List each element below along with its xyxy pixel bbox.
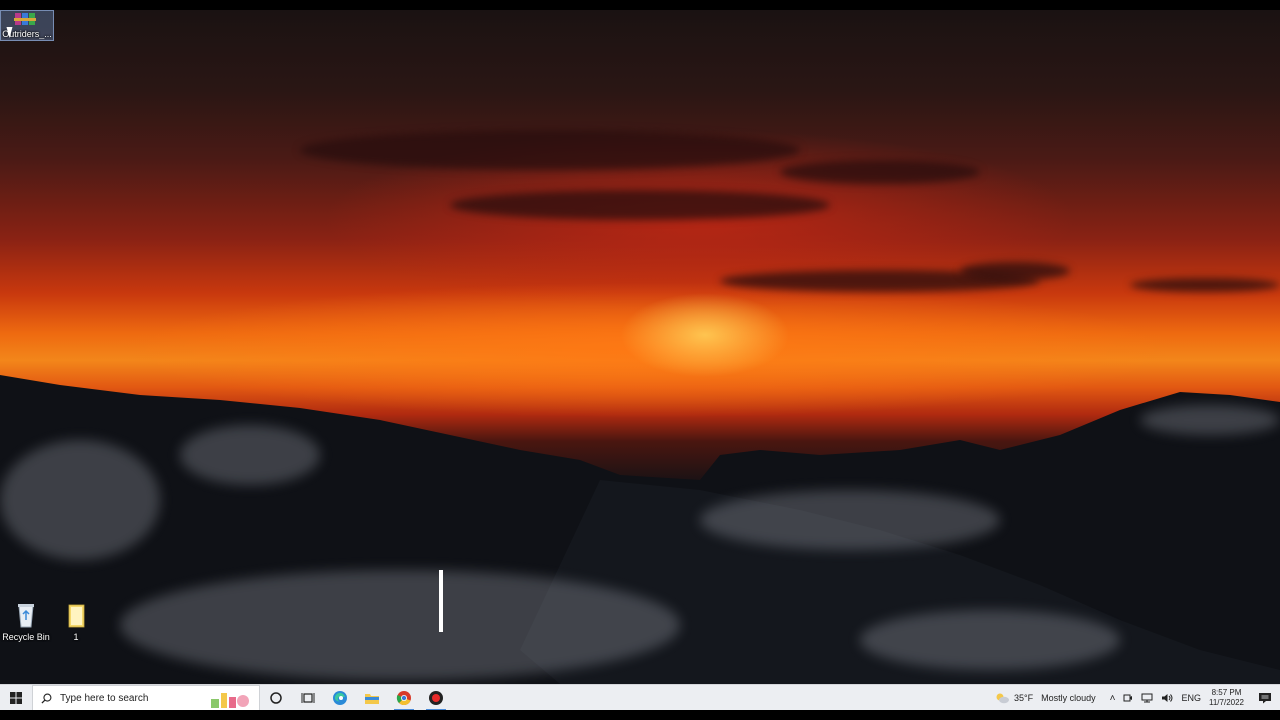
search-highlight-illustration-icon <box>211 693 249 708</box>
cortana-button[interactable] <box>260 685 292 711</box>
task-view-icon <box>301 693 315 703</box>
snow-patch <box>1140 405 1280 435</box>
file-explorer-icon <box>365 694 379 704</box>
snow-patch <box>700 490 1000 550</box>
taskbar-search-box[interactable]: Type here to search <box>32 685 260 711</box>
video-letterbox-top <box>0 0 1280 10</box>
winrar-archive-icon <box>14 13 36 25</box>
volume-icon[interactable] <box>1161 693 1173 703</box>
meet-now-icon[interactable] <box>1123 693 1133 703</box>
screen-recorder-button[interactable] <box>420 685 452 711</box>
network-icon[interactable] <box>1141 693 1153 703</box>
search-placeholder: Type here to search <box>60 692 149 704</box>
mountain-silhouette <box>0 375 1280 684</box>
desktop-icon-label: 1 <box>73 632 79 642</box>
notification-center-icon[interactable] <box>1258 692 1272 704</box>
text-cursor-overlay <box>439 570 443 632</box>
desktop-icon-folder-1[interactable]: 1 <box>50 600 102 642</box>
start-button[interactable] <box>0 685 32 711</box>
snow-patch <box>860 610 1120 670</box>
recycle-bin-icon <box>18 604 34 628</box>
desktop-icon-recycle-bin[interactable]: Recycle Bin <box>0 600 52 642</box>
clock[interactable]: 8:57 PM 11/7/2022 <box>1209 688 1244 708</box>
clock-date: 11/7/2022 <box>1209 698 1244 707</box>
weather-temperature[interactable]: 35°F <box>1014 693 1033 703</box>
task-view-button[interactable] <box>292 685 324 711</box>
windows-logo-icon <box>10 692 22 704</box>
search-icon <box>41 693 52 704</box>
weather-condition[interactable]: Mostly cloudy <box>1041 693 1096 703</box>
desktop-icon-label: Recycle Bin <box>2 632 50 642</box>
taskbar: Type here to search 35°F Mostly cloudy ˄… <box>0 684 1280 711</box>
snow-patch <box>180 425 320 485</box>
chrome-button[interactable] <box>388 685 420 711</box>
file-explorer-button[interactable] <box>356 685 388 711</box>
edge-icon <box>333 691 347 705</box>
record-icon <box>429 691 443 705</box>
chevron-up-icon[interactable]: ˄ <box>1110 693 1116 704</box>
video-letterbox-bottom <box>0 710 1280 720</box>
clock-time: 8:57 PM <box>1211 688 1242 697</box>
edge-button[interactable] <box>324 685 356 711</box>
snow-patch <box>120 570 680 680</box>
language-indicator[interactable]: ENG <box>1181 693 1201 703</box>
weather-cloudy-icon <box>996 693 1009 704</box>
snow-patch <box>0 440 160 560</box>
desktop-wallpaper[interactable]: Outriders_... Recycle Bin 1 <box>0 10 1280 684</box>
chrome-icon <box>396 691 411 706</box>
cortana-icon <box>270 692 282 704</box>
folder-icon <box>68 604 85 628</box>
system-tray: 35°F Mostly cloudy ˄ ENG 8:57 PM 11/7/20… <box>990 685 1280 711</box>
